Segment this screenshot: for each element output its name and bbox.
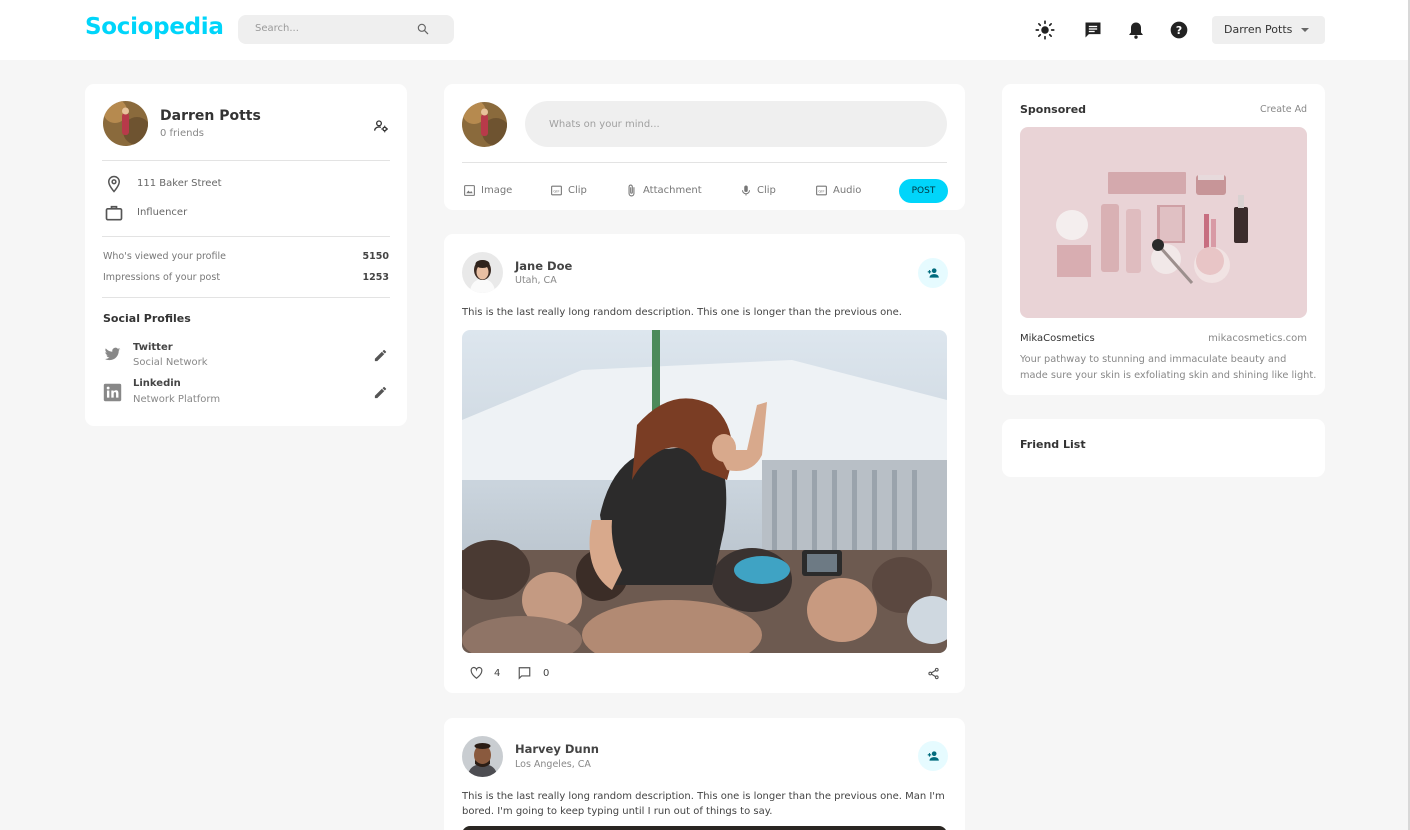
divider (462, 162, 947, 163)
social-type: Network Platform (133, 394, 221, 405)
post-image[interactable] (462, 826, 947, 830)
friend-list-title: Friend List (1020, 438, 1086, 451)
post-card: Jane Doe Utah, CA This is the last reall… (444, 234, 965, 693)
post-author[interactable]: Jane Doe (515, 259, 572, 273)
clip-action-label: Clip (568, 185, 587, 196)
advert-brand: MikaCosmetics (1020, 333, 1095, 344)
comment-icon[interactable] (517, 666, 532, 680)
search-placeholder: Search... (255, 23, 299, 34)
profile-occupation: Influencer (137, 207, 188, 218)
social-name: Linkedin (133, 378, 181, 389)
mic-action-label: Clip (757, 185, 776, 196)
post-card: Harvey Dunn Los Angeles, CA This is the … (444, 718, 965, 830)
audio-icon: GIF (816, 185, 827, 196)
sponsored-title: Sponsored (1020, 103, 1087, 116)
edit-icon[interactable] (373, 348, 388, 363)
image-icon (464, 185, 475, 196)
user-select-label: Darren Potts (1224, 23, 1293, 36)
svg-text:?: ? (1176, 24, 1182, 37)
user-select[interactable]: Darren Potts (1212, 16, 1325, 44)
social-name: Twitter (133, 342, 173, 353)
comment-count: 0 (543, 668, 550, 679)
like-count: 4 (494, 668, 501, 679)
profile-location: 111 Baker Street (137, 178, 222, 189)
svg-text:GIF: GIF (553, 188, 559, 193)
create-ad-link[interactable]: Create Ad (1260, 104, 1307, 115)
post-description: This is the last really long random desc… (462, 791, 945, 802)
friend-list-widget: Friend List (1002, 419, 1325, 477)
mic-icon (742, 185, 750, 196)
clip-icon: GIF (551, 185, 562, 196)
avatar[interactable] (103, 101, 148, 146)
stat-value: 5150 (362, 251, 389, 262)
profile-friends: 0 friends (160, 128, 204, 139)
post-location: Utah, CA (515, 275, 557, 286)
image-action-label: Image (481, 185, 513, 196)
work-icon (105, 205, 123, 221)
divider (102, 160, 390, 161)
add-friend-button[interactable] (918, 741, 948, 771)
attachment-icon (628, 184, 635, 197)
share-icon[interactable] (927, 667, 940, 680)
post-description: This is the last really long random desc… (462, 307, 902, 318)
stat-value: 1253 (362, 272, 389, 283)
manage-accounts-icon[interactable] (373, 118, 389, 134)
navbar: Sociopedia Search... ? Darren Potts (0, 0, 1410, 60)
stat-label: Who's viewed your profile (103, 251, 226, 262)
post-input-placeholder: Whats on your mind... (549, 119, 660, 130)
post-input[interactable]: Whats on your mind... (525, 101, 947, 147)
post-description: bored. I'm going to keep typing until I … (462, 806, 773, 817)
edit-icon[interactable] (373, 385, 388, 400)
advert-url[interactable]: mikacosmetics.com (1208, 333, 1307, 344)
post-composer: Whats on your mind... Image GIF Clip Att… (444, 84, 965, 210)
stat-label: Impressions of your post (103, 272, 221, 283)
social-type: Social Network (133, 357, 208, 368)
heart-icon[interactable] (469, 666, 484, 680)
social-profiles-title: Social Profiles (103, 312, 191, 325)
message-icon[interactable] (1083, 20, 1103, 40)
advert-widget: Sponsored Create Ad MikaCosmetics mikaco… (1002, 84, 1325, 395)
help-icon[interactable]: ? (1169, 20, 1189, 40)
twitter-icon (104, 347, 121, 361)
add-friend-icon (927, 268, 939, 278)
advert-description: made sure your skin is exfoliating skin … (1020, 370, 1317, 381)
svg-text:GIF: GIF (818, 188, 824, 193)
post-location: Los Angeles, CA (515, 759, 591, 770)
advert-description: Your pathway to stunning and immaculate … (1020, 354, 1287, 365)
audio-action-label: Audio (833, 185, 862, 196)
profile-name[interactable]: Darren Potts (160, 108, 261, 124)
linkedin-icon (103, 383, 122, 402)
advert-image[interactable] (1020, 127, 1307, 318)
divider (102, 236, 390, 237)
location-icon (107, 175, 121, 193)
post-image[interactable] (462, 330, 947, 653)
search-input[interactable]: Search... (238, 15, 454, 44)
avatar[interactable] (462, 736, 503, 777)
add-friend-button[interactable] (918, 258, 948, 288)
light-mode-icon[interactable] (1035, 20, 1055, 40)
search-icon[interactable] (416, 22, 430, 36)
avatar[interactable] (462, 252, 503, 293)
chevron-down-icon (1301, 28, 1309, 32)
add-friend-icon (927, 751, 939, 761)
avatar (462, 102, 507, 147)
user-widget: Darren Potts 0 friends 111 Baker Street … (85, 84, 407, 426)
attachment-action-label: Attachment (643, 185, 702, 196)
post-author[interactable]: Harvey Dunn (515, 742, 599, 756)
app-logo[interactable]: Sociopedia (85, 14, 224, 40)
divider (102, 297, 390, 298)
post-button[interactable]: POST (899, 179, 948, 203)
notifications-icon[interactable] (1126, 20, 1146, 40)
